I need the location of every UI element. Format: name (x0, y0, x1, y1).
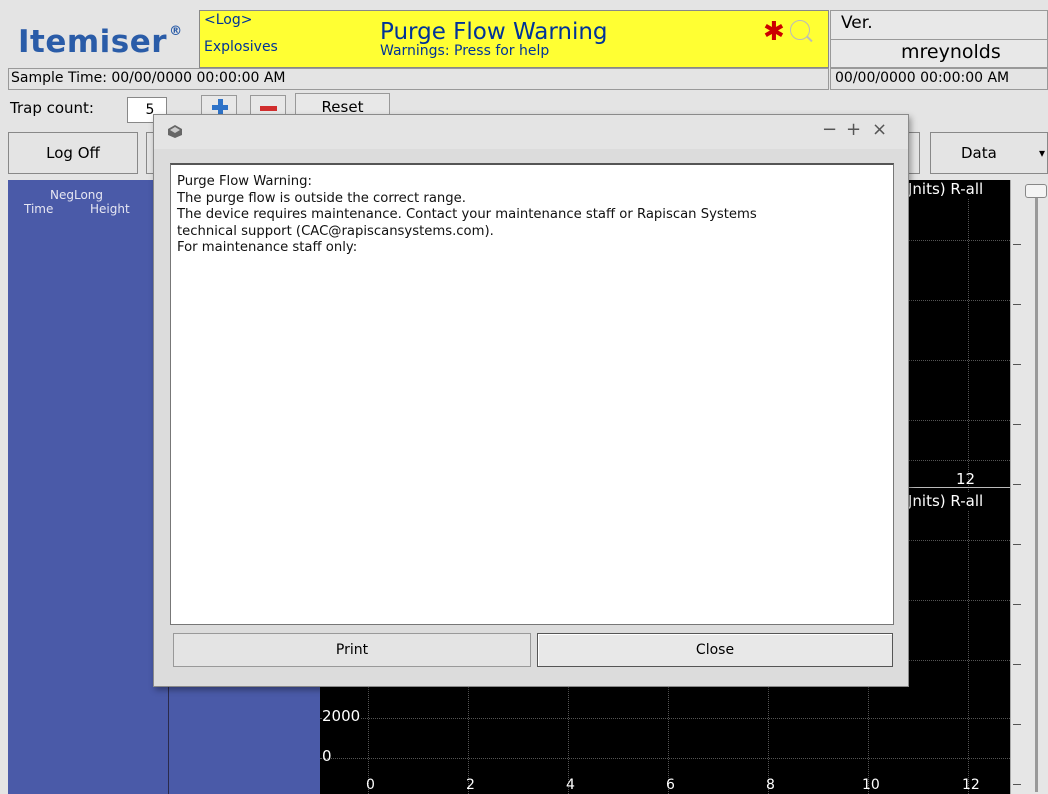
print-button[interactable]: Print (173, 633, 531, 667)
message-line: The device requires maintenance. Contact… (177, 207, 757, 222)
message-line: For maintenance staff only: (177, 240, 358, 255)
slider-tick (1013, 784, 1021, 785)
log-label: <Log> (204, 12, 253, 28)
version-label: Ver. (841, 13, 873, 33)
plus-icon (212, 99, 228, 115)
dialog-titlebar[interactable]: − + × (154, 115, 908, 149)
trap-count-label: Trap count: (10, 99, 94, 117)
warning-banner[interactable]: <Log> Explosives Purge Flow Warning Warn… (199, 10, 829, 68)
username: mreynolds (901, 41, 1001, 63)
data-label: Data (961, 144, 997, 162)
slider-tick (1013, 724, 1021, 725)
sample-time-bar: Sample Time: 00/00/0000 00:00:00 AM (8, 68, 829, 90)
logo-area: Itemiser ® (8, 10, 198, 68)
warning-title: Purge Flow Warning (380, 19, 608, 45)
app-window: Itemiser ® <Log> Explosives Purge Flow Wa… (0, 0, 1048, 794)
datetime-bar: 00/00/0000 00:00:00 AM (830, 68, 1048, 90)
message-line: The purge flow is outside the correct ra… (177, 190, 466, 206)
upper-plot-label: Jnits) R-all (908, 180, 984, 198)
version-box: Ver. mreynolds (830, 10, 1048, 68)
gridline (320, 718, 1010, 719)
chevron-down-icon: ▾ (1038, 146, 1045, 160)
x-tick-label: 8 (766, 777, 775, 793)
neglong-title: NegLong (50, 188, 104, 202)
y-tick-label: 0 (322, 747, 332, 765)
asterisk-icon: ✱ (763, 17, 785, 47)
vertical-slider[interactable] (1010, 180, 1048, 794)
x-tick-label: 6 (666, 777, 675, 793)
upper-plot-tick: 12 (956, 470, 976, 488)
slider-tick (1013, 304, 1021, 305)
message-line: technical support (CAC@rapiscansystems.c… (177, 223, 494, 239)
slider-tick (1013, 604, 1021, 605)
close-button[interactable]: Close (537, 633, 893, 667)
close-icon[interactable]: × (872, 119, 887, 140)
x-tick-label: 2 (466, 777, 475, 793)
message-line: Purge Flow Warning: (177, 174, 312, 189)
toolbar-button-obscured-right[interactable] (908, 132, 920, 174)
warning-dialog: − + × Purge Flow Warning: The purge flow… (153, 114, 909, 687)
slider-tick (1013, 424, 1021, 425)
log-off-button[interactable]: Log Off (8, 132, 138, 174)
minimize-icon[interactable]: − (822, 119, 837, 140)
app-logo: Itemiser ® (18, 23, 183, 60)
sample-time: Sample Time: 00/00/0000 00:00:00 AM (11, 70, 286, 86)
x-tick-label: 4 (566, 777, 575, 793)
lower-plot-label: Jnits) R-all (908, 492, 984, 510)
mode-label: Explosives (204, 39, 278, 55)
version-divider (831, 39, 1048, 40)
current-datetime: 00/00/0000 00:00:00 AM (835, 70, 1010, 86)
gridline (320, 758, 1010, 759)
height-column-header: Height (90, 202, 130, 216)
slider-tick (1013, 544, 1021, 545)
x-tick-label: 12 (962, 777, 980, 793)
x-tick-label: 0 (366, 777, 375, 793)
search-icon[interactable] (790, 20, 810, 40)
data-dropdown[interactable]: Data ▾ (930, 132, 1048, 174)
slider-tick (1013, 484, 1021, 485)
x-tick-label: 10 (862, 777, 880, 793)
slider-tick (1013, 244, 1021, 245)
neglong-panel: NegLong Time Height (8, 180, 168, 794)
printer-icon (168, 125, 182, 138)
time-column-header: Time (24, 202, 54, 216)
slider-tick (1013, 364, 1021, 365)
slider-track[interactable] (1035, 192, 1038, 792)
minus-icon (260, 106, 277, 111)
warning-subtitle: Warnings: Press for help (380, 43, 550, 59)
y-tick-label: 2000 (322, 707, 361, 725)
slider-tick (1013, 664, 1021, 665)
dialog-message[interactable]: Purge Flow Warning: The purge flow is ou… (170, 163, 894, 625)
slider-handle[interactable] (1025, 184, 1047, 198)
maximize-icon[interactable]: + (846, 119, 861, 140)
